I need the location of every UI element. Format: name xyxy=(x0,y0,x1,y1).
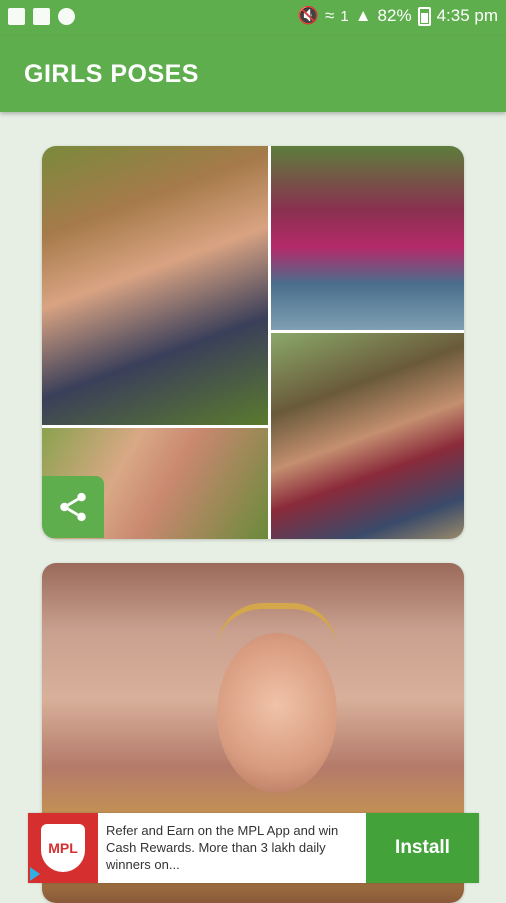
battery-icon xyxy=(417,6,431,26)
status-bar: 🔇 ≈ 1 ▲ 82% 4:35 pm xyxy=(0,0,506,36)
bride-face xyxy=(217,633,337,793)
search-notification-icon xyxy=(58,8,75,25)
image-icon xyxy=(8,8,25,25)
photo-girl-sitting-field[interactable] xyxy=(42,146,268,425)
ad-description: Refer and Earn on the MPL App and win Ca… xyxy=(106,823,339,872)
mpl-logo: MPL xyxy=(28,813,98,883)
share-icon xyxy=(60,492,86,522)
pose-collage-card[interactable] xyxy=(42,146,464,539)
app-title: GIRLS POSES xyxy=(24,60,199,88)
clock: 4:35 pm xyxy=(436,6,498,25)
folder-icon xyxy=(33,8,50,25)
mute-icon: 🔇 xyxy=(297,6,320,25)
app-bar: GIRLS POSES xyxy=(0,36,506,112)
photo-girl-bridge[interactable] xyxy=(271,333,464,539)
mpl-shield-icon: MPL xyxy=(41,824,85,872)
install-button[interactable]: Install xyxy=(366,813,479,883)
ad-banner[interactable]: MPL Refer and Earn on the MPL App and wi… xyxy=(28,813,479,883)
mpl-logo-text: MPL xyxy=(48,840,78,856)
ad-choices-icon[interactable] xyxy=(30,867,40,881)
status-bar-notifications xyxy=(8,8,75,25)
share-button[interactable] xyxy=(42,476,104,538)
signal-icon: ▲ xyxy=(354,6,372,25)
sim-icon: 1 xyxy=(340,7,349,25)
status-bar-system: 🔇 ≈ 1 ▲ 82% 4:35 pm xyxy=(298,6,498,26)
battery-percentage: 82% xyxy=(377,6,412,25)
photo-girl-red-dress-river[interactable] xyxy=(271,146,464,330)
wifi-icon: ≈ xyxy=(325,6,335,25)
